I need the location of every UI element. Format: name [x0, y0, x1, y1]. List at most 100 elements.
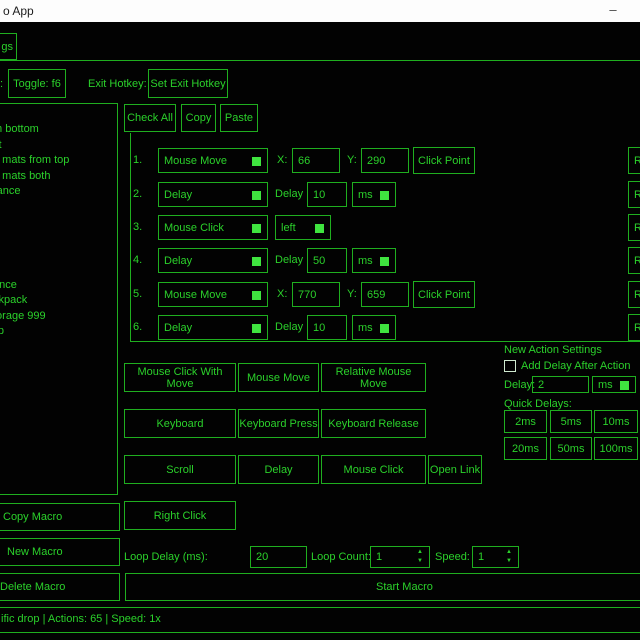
quick-delay-20ms-button[interactable]: 20ms: [504, 437, 547, 460]
start-macro-label: Start Macro: [376, 581, 433, 593]
dropdown-indicator-icon: [380, 191, 389, 200]
add-delay-button[interactable]: Delay: [238, 455, 319, 484]
set-exit-hotkey-button[interactable]: Set Exit Hotkey: [148, 69, 228, 98]
copy-button[interactable]: Copy: [181, 104, 216, 132]
delay-unit-dropdown[interactable]: ms: [352, 182, 396, 207]
loop-delay-label: Loop Delay (ms):: [124, 551, 208, 563]
mouse-button-value: left: [281, 222, 296, 234]
quick-delay-5ms-button[interactable]: 5ms: [550, 410, 592, 433]
add-mouse-move-button[interactable]: Mouse Move: [238, 363, 319, 392]
delay-input[interactable]: 10: [307, 182, 347, 207]
action-row: 4. Delay Delay 50 ms R: [0, 248, 640, 274]
stepper-arrows-icon[interactable]: ▲▼: [417, 548, 423, 566]
y-input[interactable]: 659: [361, 282, 409, 307]
action-row: 2. Delay Delay 10 ms R: [0, 182, 640, 208]
remove-action-button[interactable]: R: [628, 214, 640, 241]
action-number: 1.: [133, 154, 142, 166]
status-bar: ific drop | Actions: 65 | Speed: 1x: [0, 607, 640, 633]
action-type-value: Delay: [164, 189, 192, 201]
action-type-value: Mouse Move: [164, 155, 227, 167]
remove-action-button[interactable]: R: [628, 281, 640, 308]
action-row: 1. Mouse Move X: 66 Y: 290 Click Point R: [0, 148, 640, 174]
stepper-arrows-icon[interactable]: ▲▼: [506, 548, 512, 566]
delay-input[interactable]: 50: [307, 248, 347, 273]
new-action-delay-label: Delay:: [504, 379, 535, 391]
action-number: 4.: [133, 254, 142, 266]
dropdown-indicator-icon: [252, 257, 261, 266]
click-point-button[interactable]: Click Point: [413, 147, 475, 174]
loop-count-label: Loop Count:: [311, 551, 371, 563]
macro-list-item[interactable]: m bottom: [0, 123, 39, 135]
action-type-dropdown[interactable]: Mouse Move: [158, 148, 268, 173]
delay-unit-value: ms: [358, 255, 373, 267]
add-keyboard-button[interactable]: Keyboard: [124, 409, 236, 438]
x-input[interactable]: 66: [292, 148, 340, 173]
loop-count-stepper[interactable]: 1 ▲▼: [370, 546, 430, 568]
quick-delay-100ms-button[interactable]: 100ms: [594, 437, 638, 460]
delay-unit-value: ms: [358, 322, 373, 334]
y-input[interactable]: 290: [361, 148, 409, 173]
add-keyboard-release-button[interactable]: Keyboard Release: [321, 409, 426, 438]
start-macro-button[interactable]: Start Macro: [125, 573, 640, 601]
remove-action-button[interactable]: R: [628, 247, 640, 274]
mouse-button-dropdown[interactable]: left: [275, 215, 331, 240]
exit-hotkey-label: Exit Hotkey:: [88, 78, 147, 90]
tab-settings[interactable]: gs: [0, 33, 17, 60]
action-type-dropdown[interactable]: Delay: [158, 248, 268, 273]
macro-app-window: o App – gs : Toggle: f6 Exit Hotkey: Set…: [0, 0, 640, 640]
quick-delay-50ms-button[interactable]: 50ms: [550, 437, 592, 460]
add-keyboard-press-button[interactable]: Keyboard Press: [238, 409, 319, 438]
minimize-button[interactable]: –: [598, 0, 628, 22]
new-macro-button[interactable]: New Macro: [0, 538, 120, 566]
action-type-dropdown[interactable]: Delay: [158, 182, 268, 207]
delay-label: Delay: [275, 188, 303, 200]
action-type-value: Delay: [164, 322, 192, 334]
action-number: 6.: [133, 321, 142, 333]
delay-unit-dropdown[interactable]: ms: [352, 315, 396, 340]
action-type-dropdown[interactable]: Mouse Click: [158, 215, 268, 240]
check-all-button[interactable]: Check All: [124, 104, 176, 132]
y-label: Y:: [347, 288, 357, 300]
titlebar: o App –: [0, 0, 640, 22]
remove-action-button[interactable]: R: [628, 314, 640, 341]
remove-action-button[interactable]: R: [628, 147, 640, 174]
speed-stepper[interactable]: 1 ▲▼: [472, 546, 519, 568]
delay-unit-value: ms: [358, 189, 373, 201]
remove-action-button[interactable]: R: [628, 181, 640, 208]
add-mouse-click-button[interactable]: Mouse Click: [321, 455, 426, 484]
add-right-click-button[interactable]: Right Click: [124, 501, 236, 530]
add-relative-mouse-move-button[interactable]: Relative Mouse Move: [321, 363, 426, 392]
dropdown-indicator-icon: [315, 224, 324, 233]
quick-delay-10ms-button[interactable]: 10ms: [594, 410, 638, 433]
x-input[interactable]: 770: [292, 282, 340, 307]
new-action-delay-unit-value: ms: [598, 379, 613, 391]
status-text: ific drop | Actions: 65 | Speed: 1x: [1, 613, 161, 625]
add-open-link-button[interactable]: Open Link: [428, 455, 482, 484]
dropdown-indicator-icon: [252, 291, 261, 300]
new-action-delay-unit-dropdown[interactable]: ms: [592, 376, 636, 393]
delete-macro-button[interactable]: Delete Macro: [0, 573, 120, 601]
paste-button[interactable]: Paste: [220, 104, 258, 132]
dropdown-indicator-icon: [252, 157, 261, 166]
toggle-hotkey-button[interactable]: Toggle: f6: [8, 69, 66, 98]
delay-unit-dropdown[interactable]: ms: [352, 248, 396, 273]
add-delay-after-action-checkbox[interactable]: [504, 360, 516, 372]
action-row: 3. Mouse Click left R: [0, 215, 640, 241]
click-point-button[interactable]: Click Point: [413, 281, 475, 308]
speed-label: Speed:: [435, 551, 470, 563]
new-action-delay-input[interactable]: 2: [532, 376, 589, 393]
speed-value: 1: [478, 551, 484, 563]
quick-delay-2ms-button[interactable]: 2ms: [504, 410, 547, 433]
action-number: 3.: [133, 221, 142, 233]
add-scroll-button[interactable]: Scroll: [124, 455, 236, 484]
copy-macro-button[interactable]: Copy Macro: [0, 503, 120, 531]
action-number: 2.: [133, 188, 142, 200]
action-type-dropdown[interactable]: Delay: [158, 315, 268, 340]
delay-input[interactable]: 10: [307, 315, 347, 340]
add-mouse-click-with-move-button[interactable]: Mouse Click With Move: [124, 363, 236, 392]
dropdown-indicator-icon: [252, 224, 261, 233]
loop-delay-input[interactable]: 20: [250, 546, 307, 568]
actions-panel-bottom-border: [130, 341, 640, 342]
action-type-dropdown[interactable]: Mouse Move: [158, 282, 268, 307]
hotkey-label-fragment: :: [0, 78, 3, 90]
